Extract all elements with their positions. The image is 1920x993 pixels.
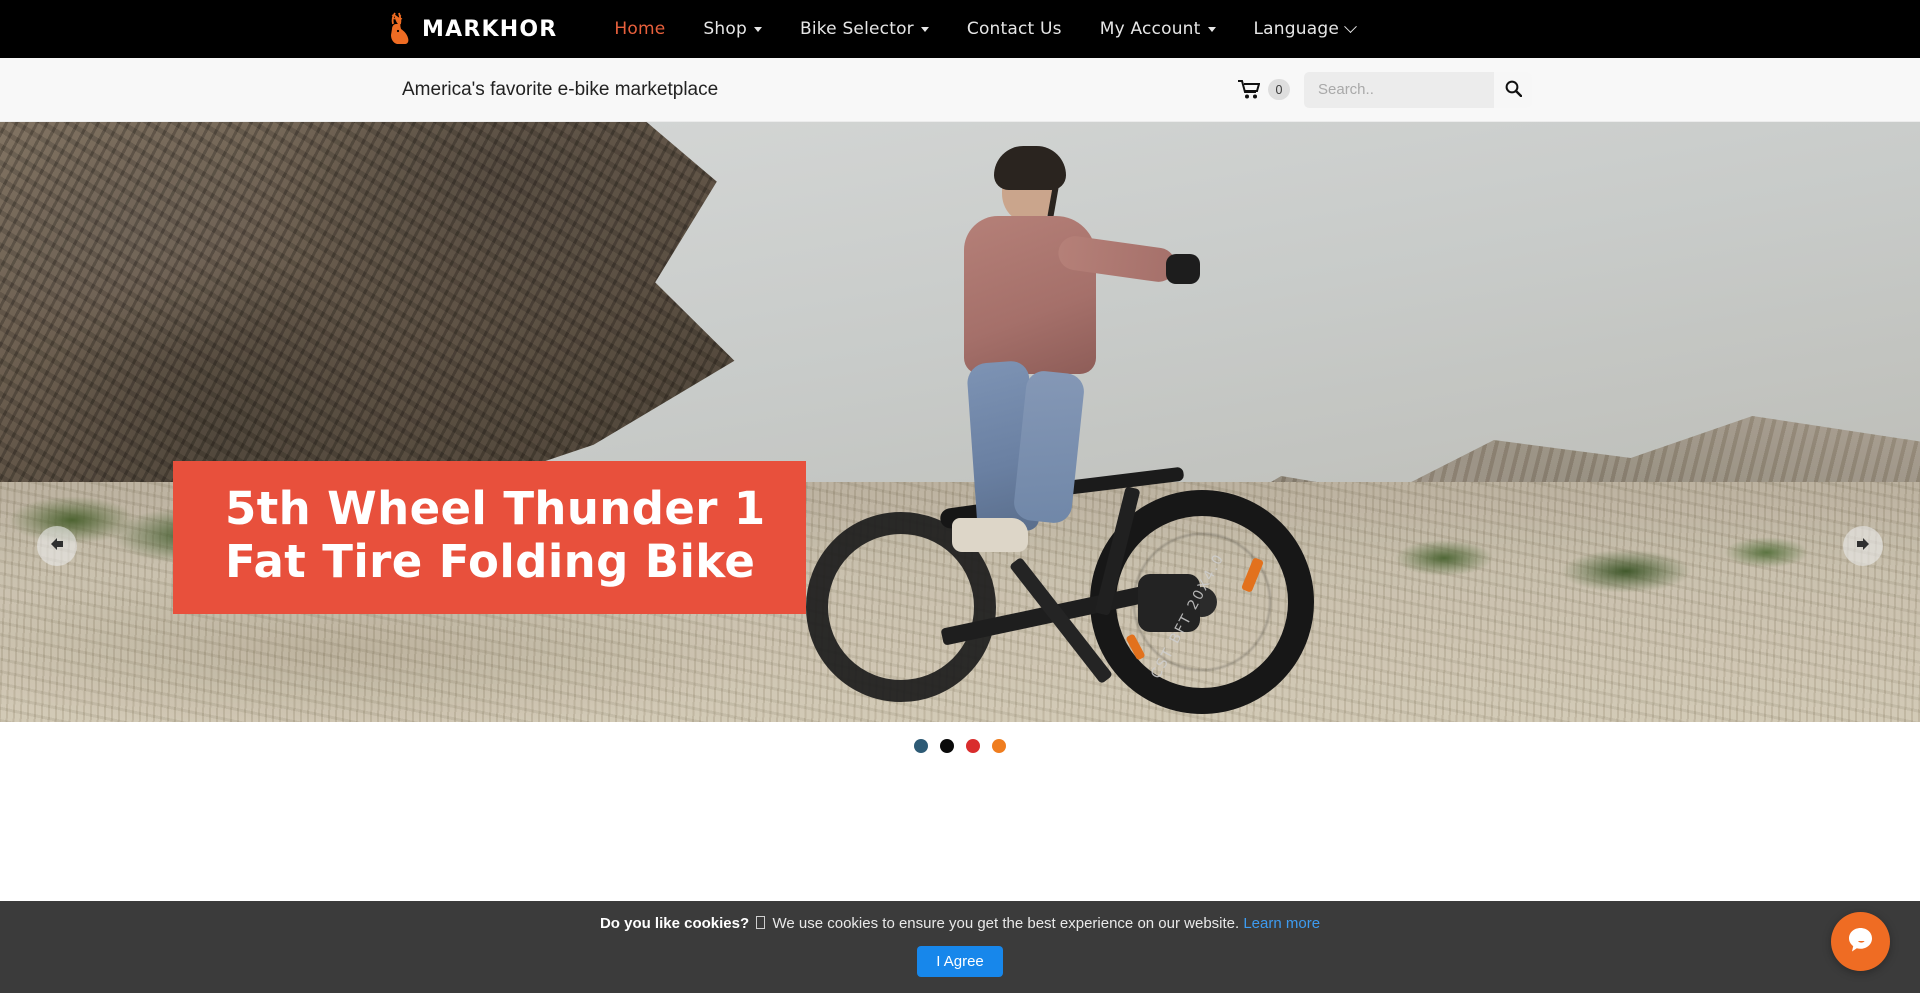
shopping-cart-icon xyxy=(1238,80,1260,99)
cookie-agree-button[interactable]: I Agree xyxy=(917,946,1003,977)
carousel-dot-4[interactable] xyxy=(992,739,1006,753)
hero-slide-image: CST BFT 20X4.0 xyxy=(0,122,1920,722)
caret-down-icon xyxy=(920,26,929,32)
cookie-message-body: We use cookies to ensure you get the bes… xyxy=(772,915,1240,932)
nav-item-home-label: Home xyxy=(614,19,666,39)
site-tagline: America's favorite e-bike marketplace xyxy=(402,78,719,100)
cart-button[interactable]: 0 xyxy=(1238,79,1290,100)
brand-logo-link[interactable]: MARKHOR xyxy=(387,12,557,46)
page-root: MARKHOR Home Shop Bike Selector Contact … xyxy=(0,0,1920,993)
search-button[interactable] xyxy=(1494,71,1532,108)
sub-header-right: 0 xyxy=(1238,71,1532,108)
search-form xyxy=(1304,71,1532,108)
search-input[interactable] xyxy=(1304,71,1494,108)
nav-item-language[interactable]: Language xyxy=(1235,11,1375,47)
cookie-learn-more-link[interactable]: Learn more xyxy=(1243,915,1320,932)
chat-bubble-icon xyxy=(1845,924,1876,960)
arrow-left-icon xyxy=(48,536,66,557)
nav-item-contact-us[interactable]: Contact Us xyxy=(948,11,1081,47)
nav-item-my-account-label: My Account xyxy=(1099,19,1201,39)
hero-caption-line-1: 5th Wheel Thunder 1 xyxy=(225,482,766,535)
hero-caption-line-2: Fat Tire Folding Bike xyxy=(225,534,756,588)
carousel-dots xyxy=(0,722,1920,770)
rider-shoe xyxy=(952,518,1028,552)
nav-inner: MARKHOR Home Shop Bike Selector Contact … xyxy=(315,11,1605,47)
rider-glove xyxy=(1166,254,1200,284)
cookie-message: Do you like cookies? We use cookies to e… xyxy=(600,915,1320,932)
sub-header-bar: America's favorite e-bike marketplace 0 xyxy=(0,58,1920,122)
nav-item-bike-selector-label: Bike Selector xyxy=(799,19,914,39)
cart-count-badge: 0 xyxy=(1268,79,1290,100)
carousel-prev-button[interactable] xyxy=(37,526,77,566)
carousel-dot-3[interactable] xyxy=(966,739,980,753)
nav-item-bike-selector[interactable]: Bike Selector xyxy=(781,11,948,47)
markhor-head-icon xyxy=(387,12,413,46)
nav-item-language-label: Language xyxy=(1253,19,1340,39)
nav-item-home[interactable]: Home xyxy=(595,11,684,47)
nav-item-contact-us-label: Contact Us xyxy=(966,19,1062,39)
top-navigation-bar: MARKHOR Home Shop Bike Selector Contact … xyxy=(0,0,1920,58)
carousel-dot-2[interactable] xyxy=(940,739,954,753)
cookie-emoji-icon xyxy=(756,916,766,929)
cookie-consent-banner: Do you like cookies? We use cookies to e… xyxy=(0,901,1920,993)
nav-item-shop-label: Shop xyxy=(703,19,747,39)
search-icon xyxy=(1505,80,1522,100)
hero-caption: 5th Wheel Thunder 1 Fat Tire Folding Bik… xyxy=(173,461,806,615)
caret-down-icon xyxy=(1207,26,1216,32)
chevron-down-icon xyxy=(1344,19,1357,33)
carousel-next-button[interactable] xyxy=(1843,526,1883,566)
nav-items: Home Shop Bike Selector Contact Us My Ac… xyxy=(595,11,1374,47)
hero-carousel: CST BFT 20X4.0 5th Wheel Thunder 1 Fat T… xyxy=(0,122,1920,722)
hero-rider xyxy=(880,122,1220,722)
chat-widget-button[interactable] xyxy=(1831,912,1890,971)
caret-down-icon xyxy=(753,26,762,32)
nav-item-shop[interactable]: Shop xyxy=(684,11,781,47)
carousel-dot-1[interactable] xyxy=(914,739,928,753)
arrow-right-icon xyxy=(1854,536,1872,557)
hero-shrubs-right xyxy=(1340,492,1860,602)
nav-item-my-account[interactable]: My Account xyxy=(1081,11,1235,47)
cookie-message-bold: Do you like cookies? xyxy=(599,915,750,932)
brand-name: MARKHOR xyxy=(422,16,558,42)
